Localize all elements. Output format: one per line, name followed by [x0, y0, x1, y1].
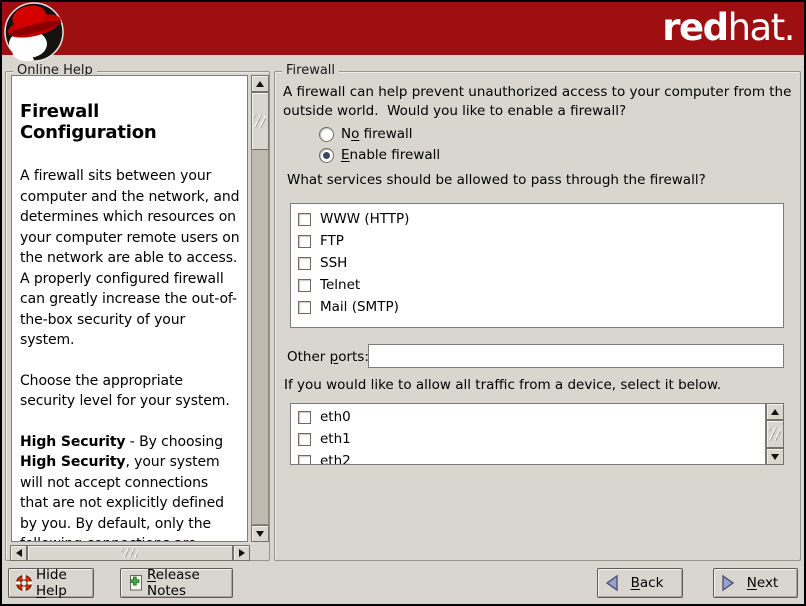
wordmark-hat: hat.: [728, 6, 794, 49]
hide-help-label: Hide Help: [36, 567, 93, 599]
device-row-eth1[interactable]: eth1: [291, 428, 765, 450]
help-horizontal-scrollbar[interactable]: [10, 545, 250, 561]
scrollbar-thumb[interactable]: [251, 92, 269, 150]
scrollbar-thumb[interactable]: [766, 420, 784, 448]
hide-help-button[interactable]: Hide Help: [8, 568, 94, 598]
redhat-shadowman-logo: [4, 2, 68, 66]
help-bold-term: High Security: [20, 454, 125, 470]
back-arrow-icon: [604, 574, 620, 592]
wordmark-red: red: [662, 6, 727, 49]
back-label: Back: [631, 575, 664, 591]
firewall-frame-label: Firewall: [282, 63, 339, 79]
firewall-intro-line1: A firewall can help prevent unauthorized…: [283, 84, 791, 100]
next-button[interactable]: Next: [713, 568, 798, 598]
service-label: FTP: [320, 233, 344, 249]
service-row-mail[interactable]: Mail (SMTP): [291, 296, 783, 318]
installer-window: redhat. Online Help Firewall Configurati…: [0, 0, 806, 606]
checkbox-icon[interactable]: [298, 455, 311, 466]
scrollbar-track[interactable]: [251, 92, 269, 525]
online-help-frame: Online Help Firewall Configuration A fir…: [5, 71, 270, 561]
checkbox-icon[interactable]: [298, 411, 311, 424]
scrollbar-thumb[interactable]: [27, 545, 233, 561]
device-label: eth1: [320, 431, 351, 447]
checkbox-icon[interactable]: [298, 235, 311, 248]
life-preserver-icon: [15, 574, 33, 592]
help-paragraph: High Security - By choosing High Securit…: [20, 432, 240, 543]
other-ports-input[interactable]: [368, 344, 784, 368]
other-ports-label: Other ports:: [287, 349, 369, 365]
device-label: eth0: [320, 409, 351, 425]
scroll-down-icon[interactable]: [251, 525, 269, 542]
scroll-up-icon[interactable]: [251, 75, 269, 92]
device-label: eth2: [320, 453, 351, 465]
radio-button-selected-icon[interactable]: [319, 148, 334, 163]
services-list[interactable]: WWW (HTTP) FTP SSH Telnet Mail (SMTP): [290, 203, 784, 328]
checkbox-icon[interactable]: [298, 279, 311, 292]
release-notes-button[interactable]: Release Notes: [120, 568, 233, 598]
device-hint: If you would like to allow all traffic f…: [284, 377, 721, 393]
radio-label: No firewall: [341, 126, 413, 142]
firewall-intro-line2: outside world. Would you like to enable …: [283, 103, 626, 119]
help-bold-term: High Security: [20, 434, 125, 450]
checkbox-icon[interactable]: [298, 433, 311, 446]
checkbox-icon[interactable]: [298, 213, 311, 226]
service-row-ssh[interactable]: SSH: [291, 252, 783, 274]
services-question: What services should be allowed to pass …: [287, 172, 706, 188]
help-title: Firewall Configuration: [20, 101, 240, 143]
service-row-www[interactable]: WWW (HTTP): [291, 208, 783, 230]
redhat-wordmark: redhat.: [662, 6, 794, 50]
help-text-pane: Firewall Configuration A firewall sits b…: [11, 75, 248, 542]
help-paragraph: Choose the appropriate security level fo…: [20, 371, 240, 412]
redhat-banner: redhat.: [2, 2, 804, 55]
release-notes-icon: [127, 574, 145, 592]
next-label: Next: [747, 575, 778, 591]
service-label: WWW (HTTP): [320, 211, 409, 227]
devices-list[interactable]: eth0 eth1 eth2: [290, 403, 766, 465]
radio-enable-firewall[interactable]: Enable firewall: [319, 145, 440, 165]
device-row-eth0[interactable]: eth0: [291, 406, 765, 428]
next-arrow-icon: [720, 574, 736, 592]
service-label: Telnet: [320, 277, 360, 293]
checkbox-icon[interactable]: [298, 301, 311, 314]
scroll-right-icon[interactable]: [233, 545, 250, 561]
scroll-up-icon[interactable]: [766, 403, 784, 420]
firewall-frame: Firewall A firewall can help prevent una…: [274, 71, 801, 561]
scroll-left-icon[interactable]: [10, 545, 27, 561]
help-text: - By choosing: [125, 434, 223, 450]
devices-vertical-scrollbar[interactable]: [766, 403, 784, 465]
checkbox-icon[interactable]: [298, 257, 311, 270]
device-row-eth2[interactable]: eth2: [291, 450, 765, 465]
service-label: Mail (SMTP): [320, 299, 399, 315]
scroll-down-icon[interactable]: [766, 448, 784, 465]
help-paragraph: A firewall sits between your computer an…: [20, 166, 240, 351]
radio-button-icon[interactable]: [319, 127, 334, 142]
back-button[interactable]: Back: [597, 568, 683, 598]
service-row-telnet[interactable]: Telnet: [291, 274, 783, 296]
radio-no-firewall[interactable]: No firewall: [319, 124, 413, 144]
radio-label: Enable firewall: [341, 147, 440, 163]
release-notes-label: Release Notes: [147, 567, 232, 599]
service-row-ftp[interactable]: FTP: [291, 230, 783, 252]
service-label: SSH: [320, 255, 347, 271]
help-vertical-scrollbar[interactable]: [251, 75, 269, 542]
